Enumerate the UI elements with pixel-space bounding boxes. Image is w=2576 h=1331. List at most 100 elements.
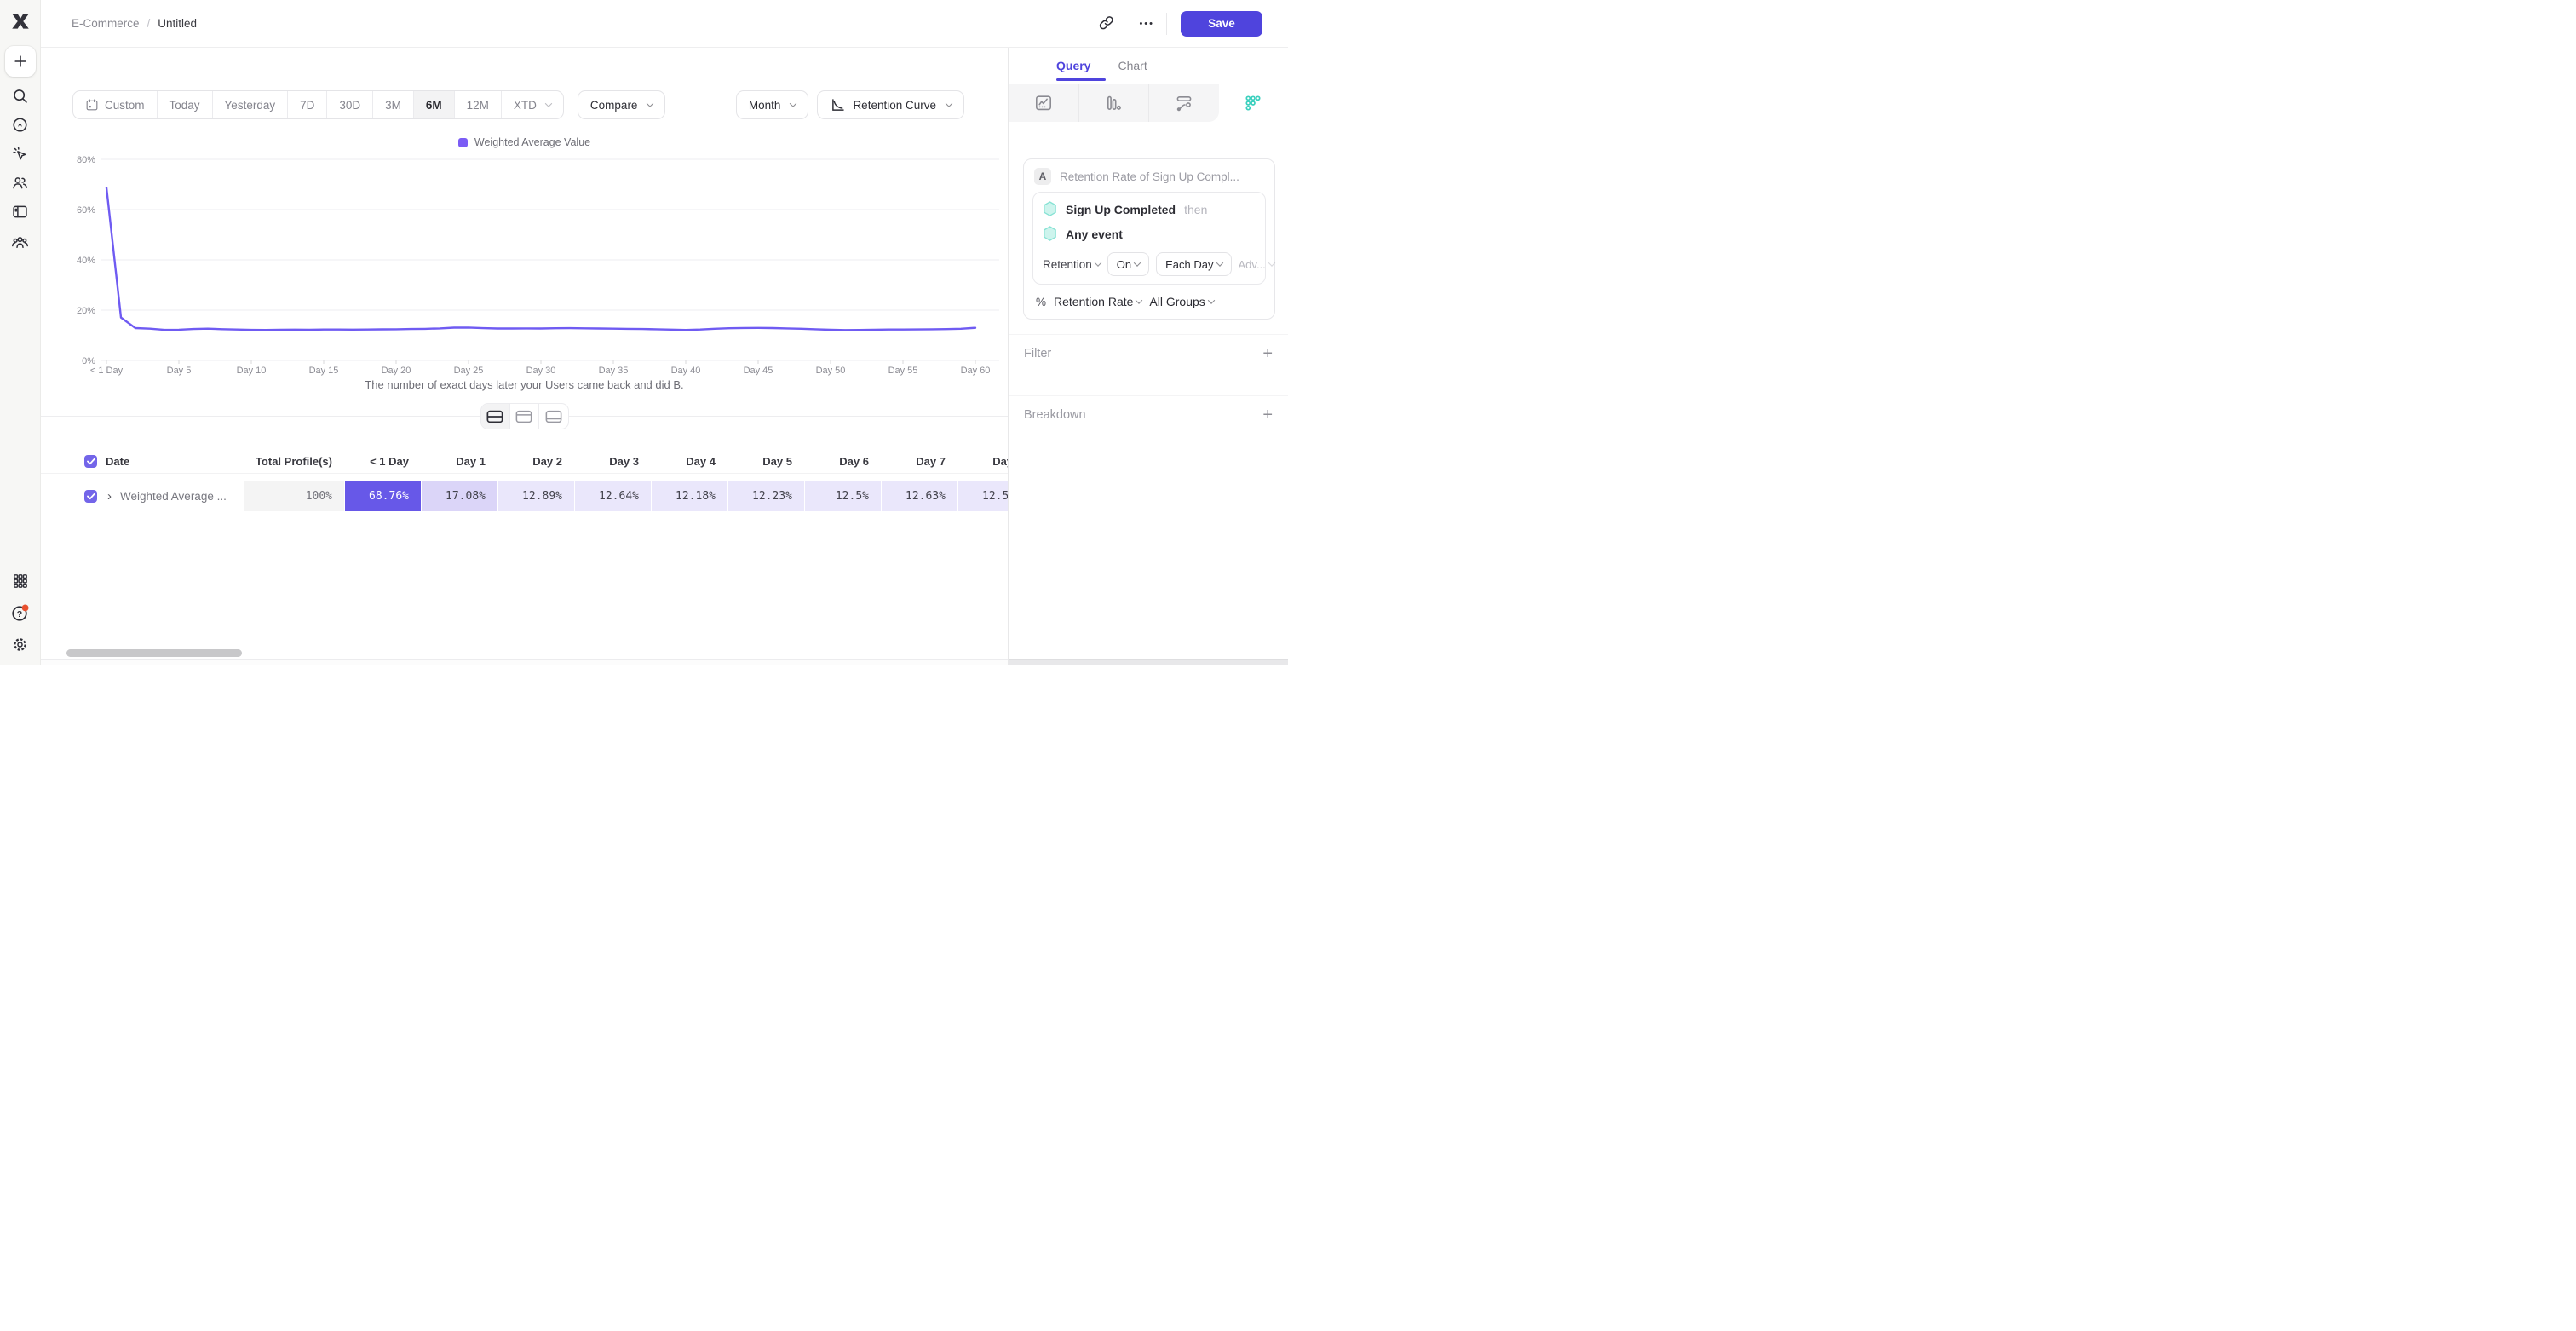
more-actions-button[interactable]: ••• [1139, 19, 1154, 29]
retention-events-card: Sign Up Completed then Any event Retenti… [1032, 192, 1266, 285]
split-view-button[interactable] [481, 404, 510, 429]
event-row-first[interactable]: Sign Up Completed then [1043, 201, 1256, 217]
cursor-spark-icon [11, 145, 29, 163]
bottom-scrollbar-track [41, 659, 1008, 666]
range-today[interactable]: Today [158, 91, 213, 118]
column-header[interactable]: Day 2 [497, 455, 574, 468]
sidebar-item-search[interactable] [5, 80, 36, 111]
copy-link-button[interactable] [1095, 11, 1120, 37]
y-tick-label: 20% [77, 306, 95, 316]
chart-only-view-button[interactable] [510, 404, 539, 429]
add-breakdown-button[interactable]: + [1262, 406, 1273, 424]
select-all-checkbox[interactable] [84, 455, 97, 468]
measure-dropdown[interactable]: Retention Rate [1054, 295, 1141, 308]
left-sidebar: ? [0, 0, 41, 666]
event-hexagon-icon [1043, 201, 1057, 217]
column-header[interactable]: Day 3 [574, 455, 651, 468]
column-header[interactable]: Day 8 [957, 455, 1008, 468]
column-header[interactable]: Day 4 [651, 455, 727, 468]
retention-cell[interactable]: 12.5% [804, 481, 881, 511]
sidebar-item-settings[interactable] [5, 629, 36, 660]
x-tick-label: Day 55 [888, 366, 918, 376]
horizontal-scrollbar-thumb[interactable] [66, 649, 242, 657]
compare-label: Compare [590, 99, 638, 112]
column-header[interactable]: < 1 Day [344, 455, 421, 468]
event-name[interactable]: Sign Up Completed [1066, 203, 1176, 216]
column-header[interactable]: Day 5 [727, 455, 804, 468]
sidebar-item-events[interactable] [5, 138, 36, 169]
tab-flows[interactable] [1149, 84, 1219, 122]
sidebar-item-help[interactable]: ? [5, 597, 36, 628]
table-only-view-button[interactable] [539, 404, 568, 429]
breadcrumb-report-title[interactable]: Untitled [158, 17, 197, 30]
range-6m[interactable]: 6M [414, 91, 455, 118]
column-header[interactable]: Day 7 [881, 455, 957, 468]
query-panel: Query Chart A Retention Rate of Sign Up … [1008, 48, 1288, 666]
retention-bucket-dropdown[interactable]: Each Day [1156, 252, 1231, 276]
range-12m[interactable]: 12M [455, 91, 502, 118]
column-header[interactable]: Day 6 [804, 455, 881, 468]
panel-scrollbar[interactable] [1009, 659, 1288, 666]
tab-chart[interactable]: Chart [1118, 59, 1147, 72]
funnels-icon [1104, 94, 1123, 112]
range-label: XTD [514, 99, 537, 112]
x-tick-label: Day 35 [599, 366, 629, 376]
mixpanel-logo[interactable] [9, 10, 32, 37]
granularity-dropdown[interactable]: Month [736, 90, 809, 119]
retention-on-dropdown[interactable]: On [1107, 252, 1149, 276]
save-button[interactable]: Save [1181, 11, 1262, 37]
advanced-label: Adv... [1239, 258, 1266, 271]
row-label[interactable]: Weighted Average ... [120, 490, 227, 503]
retention-cell[interactable]: 17.08% [421, 481, 497, 511]
row-checkbox[interactable] [84, 490, 97, 503]
row-expand-chevron[interactable]: › [107, 490, 112, 503]
sidebar-item-cohorts[interactable] [5, 227, 36, 257]
advanced-dropdown[interactable]: Adv... [1239, 258, 1274, 271]
plus-icon [12, 53, 29, 70]
range-custom[interactable]: Custom [73, 91, 158, 118]
retention-cell[interactable]: 12.64% [574, 481, 651, 511]
table-only-view-icon [545, 410, 562, 424]
event-row-return[interactable]: Any event [1043, 226, 1256, 242]
retention-cell[interactable]: 12.89% [497, 481, 574, 511]
chart-type-dropdown[interactable]: Retention Curve [817, 90, 964, 119]
range-3m[interactable]: 3M [373, 91, 414, 118]
retention-cell[interactable]: 100% [243, 481, 344, 511]
retention-cell[interactable]: 12.23% [727, 481, 804, 511]
sidebar-item-boards[interactable] [5, 196, 36, 227]
retention-cell[interactable]: 12.18% [651, 481, 727, 511]
event-name[interactable]: Any event [1066, 228, 1123, 241]
chevron-down-icon [1095, 259, 1101, 266]
sidebar-item-users[interactable] [5, 167, 36, 198]
tab-funnels[interactable] [1079, 84, 1150, 122]
breadcrumb-project[interactable]: E-Commerce [72, 17, 140, 30]
sidebar-item-explore[interactable] [5, 109, 36, 140]
tab-query[interactable]: Query [1056, 59, 1090, 72]
range-yesterday[interactable]: Yesterday [213, 91, 289, 118]
tab-insights[interactable] [1009, 84, 1079, 122]
retention-cell[interactable]: 68.76% [344, 481, 421, 511]
add-filter-button[interactable]: + [1262, 345, 1273, 362]
x-tick-label: Day 5 [167, 366, 192, 376]
create-button[interactable] [5, 46, 36, 77]
column-header[interactable]: Total Profile(s) [243, 455, 344, 468]
column-header[interactable]: Day 1 [421, 455, 497, 468]
x-tick-label: Day 60 [961, 366, 991, 376]
chevron-down-icon [1136, 297, 1142, 303]
row-label-cell: › Weighted Average ... [41, 481, 243, 511]
retention-cell[interactable]: 12.55% [957, 481, 1008, 511]
tab-retention[interactable] [1219, 84, 1289, 122]
retention-cell[interactable]: 12.63% [881, 481, 957, 511]
range-30d[interactable]: 30D [327, 91, 373, 118]
range-7d[interactable]: 7D [288, 91, 327, 118]
groups-dropdown[interactable]: All Groups [1149, 295, 1213, 308]
chevron-down-icon [1268, 259, 1275, 266]
query-title[interactable]: Retention Rate of Sign Up Compl... [1060, 170, 1239, 183]
retention-line-chart[interactable]: 80%60%40%20%0%< 1 DayDay 5Day 10Day 15Da… [58, 150, 1003, 380]
range-xtd[interactable]: XTD [502, 91, 563, 118]
sidebar-item-apps[interactable] [5, 566, 36, 596]
compare-button[interactable]: Compare [578, 90, 666, 119]
date-column-header[interactable]: Date [106, 455, 129, 468]
retention-type-dropdown[interactable]: Retention [1043, 258, 1101, 271]
retention-line-series[interactable] [106, 187, 975, 330]
